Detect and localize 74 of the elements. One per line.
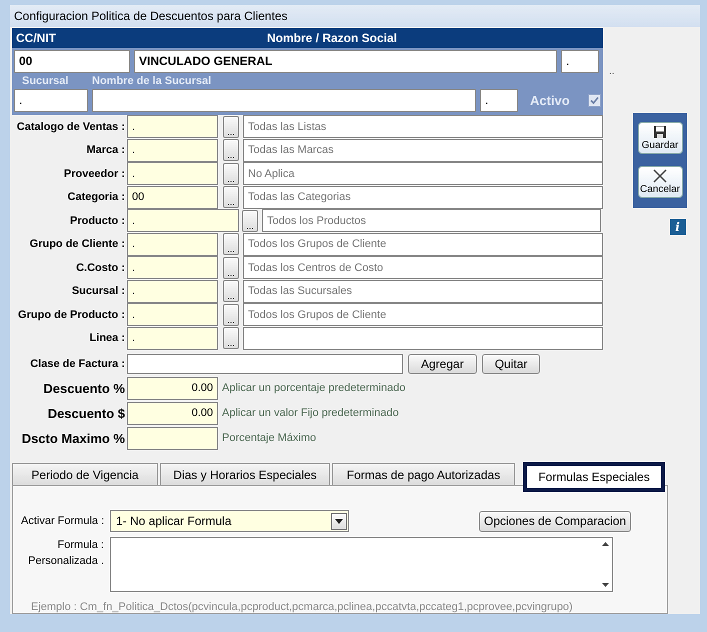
browse-button[interactable]: ...: [223, 139, 239, 162]
action-button[interactable]: Agregar: [408, 354, 477, 374]
discount-field[interactable]: 0.00: [127, 402, 218, 424]
code-field[interactable]: .: [561, 50, 599, 72]
action-button[interactable]: Quitar: [482, 354, 540, 374]
example-text: Ejemplo : Cm_fn_Politica_Dctos(pcvincula,pcproduct,pcmarca,pclinea,pccatvta,pccateg1,pcprovee,pcvingrupo): [31, 601, 574, 613]
description-field[interactable]: Todos los Grupos de Cliente: [243, 232, 603, 256]
tab[interactable]: Formas de pago Autorizadas: [332, 463, 515, 485]
description-field[interactable]: Todas los Centros de Costo: [243, 256, 603, 280]
code-field[interactable]: .: [127, 162, 218, 186]
field-label: Linea :: [88, 332, 126, 344]
branch-code-field[interactable]: .: [480, 88, 518, 112]
field-label: Marca :: [85, 144, 126, 156]
description-field[interactable]: Todos los Productos: [262, 209, 601, 232]
description-field[interactable]: Todos los Grupos de Cliente: [243, 303, 603, 326]
save-button[interactable]: Guardar: [638, 122, 682, 154]
code-field[interactable]: .: [127, 303, 218, 326]
formula-label: Activar Formula :: [21, 515, 106, 527]
cancel-button[interactable]: Cancelar: [638, 166, 682, 198]
field-label: Catalogo de Ventas :: [16, 120, 126, 133]
description-field[interactable]: Todas las Listas: [243, 115, 603, 138]
field-label: Grupo de Producto :: [17, 308, 126, 321]
code-field[interactable]: 00: [127, 186, 218, 209]
trailing-dots: ..: [609, 66, 615, 76]
code-field[interactable]: .: [127, 209, 239, 232]
hint-text: Aplicar un porcentaje predeterminado: [222, 382, 406, 394]
browse-button[interactable]: ...: [223, 162, 239, 185]
browse-button[interactable]: ...: [242, 210, 258, 232]
description-field[interactable]: Todas las Sucursales: [243, 280, 603, 303]
discount-label: Descuento %: [42, 380, 126, 396]
branch-name-label: Nombre de la Sucursal: [92, 74, 212, 86]
custom-formula-label: Formula : Personalizada .: [27, 538, 105, 569]
browse-button[interactable]: ...: [223, 256, 239, 279]
branch-field[interactable]: .: [14, 88, 88, 112]
code-field[interactable]: .: [127, 138, 218, 162]
column-header: CC/NIT: [15, 30, 57, 44]
browse-button[interactable]: ...: [223, 304, 239, 326]
description-field[interactable]: Todas las Categorias: [243, 186, 603, 209]
field-label: Clase de Factura :: [29, 358, 126, 370]
browse-button[interactable]: ...: [223, 116, 239, 138]
branch-label: Sucursal: [21, 74, 70, 86]
field-label: Sucursal :: [70, 285, 126, 298]
field-label: Categoria :: [66, 191, 126, 204]
compare-options-button[interactable]: Opciones de Comparacion: [479, 510, 632, 532]
browse-button[interactable]: ...: [223, 280, 239, 302]
discount-label: Dscto Maximo %: [20, 430, 126, 446]
column-header: Nombre / Razon Social: [266, 30, 398, 44]
field-label: Proveedor :: [62, 168, 126, 180]
code-field[interactable]: .: [127, 232, 218, 256]
browse-button[interactable]: ...: [223, 186, 239, 208]
cc-nit-field[interactable]: 00: [14, 50, 130, 72]
formula-dropdown[interactable]: 1- No aplicar Formula: [110, 510, 349, 532]
hint-text: Porcentaje Máximo: [222, 432, 316, 444]
info-button[interactable]: i: [670, 218, 686, 234]
code-field[interactable]: .: [127, 256, 218, 280]
code-field[interactable]: .: [127, 115, 218, 138]
browse-button[interactable]: ...: [223, 327, 239, 350]
tab[interactable]: Formulas Especiales: [523, 462, 665, 492]
tab[interactable]: Periodo de Vigencia: [12, 463, 158, 485]
browse-button[interactable]: ...: [223, 233, 239, 256]
name-field[interactable]: VINCULADO GENERAL: [134, 50, 557, 72]
code-field[interactable]: .: [127, 326, 218, 350]
hint-text: Aplicar un valor Fijo predeterminado: [222, 407, 399, 419]
field-label: Grupo de Cliente :: [28, 238, 126, 250]
active-label: Activo: [530, 92, 570, 108]
tab[interactable]: Dias y Horarios Especiales: [160, 463, 330, 485]
field-label: Producto :: [69, 214, 126, 227]
field-label: C.Costo :: [75, 262, 126, 274]
description-field[interactable]: No Aplica: [243, 162, 603, 186]
discount-label: Descuento $: [46, 406, 126, 420]
description-field[interactable]: Todas las Marcas: [243, 138, 603, 162]
window-title: Configuracion Politica de Descuentos para Clientes: [14, 8, 288, 23]
code-field[interactable]: .: [127, 280, 218, 303]
discount-field[interactable]: 0.00: [127, 376, 218, 400]
